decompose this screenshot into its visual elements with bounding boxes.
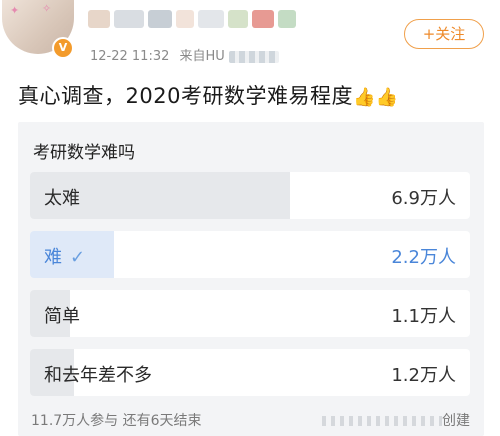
post-title: 真心调查，2020考研数学难易程度👍👍: [18, 80, 399, 110]
poll-question: 考研数学难吗: [33, 143, 135, 163]
sparkle-icon: ✧: [42, 2, 52, 15]
poll-option-label: 难 ✓: [44, 243, 85, 269]
post-source: 来自HU: [179, 49, 225, 64]
poll-footer-stats: 11.7万人参与 还有6天结束: [31, 413, 202, 429]
poll-card: 考研数学难吗 太难 6.9万人 难 ✓ 2.2万人 简单 1.1万人 和去年差不多…: [18, 122, 484, 436]
post-meta: 12-22 11:32 来自HU: [90, 45, 279, 64]
verified-badge-icon: V: [52, 37, 74, 59]
poll-option-count: 1.2万人: [391, 365, 456, 386]
poll-option-same-as-last-year[interactable]: 和去年差不多 1.2万人: [30, 349, 470, 396]
sparkle-icon: ✦: [10, 4, 20, 17]
poll-option-too-hard[interactable]: 太难 6.9万人: [30, 172, 470, 219]
poll-option-hard[interactable]: 难 ✓ 2.2万人: [30, 231, 470, 278]
poll-option-count: 1.1万人: [391, 306, 456, 327]
follow-button[interactable]: +关注: [404, 19, 484, 49]
poll-option-easy[interactable]: 简单 1.1万人: [30, 290, 470, 337]
poll-option-label: 太难: [44, 188, 80, 209]
poll-option-count: 2.2万人: [391, 247, 456, 268]
poll-footer-creator: 创建: [322, 410, 470, 430]
poll-creator-label: 创建: [442, 413, 470, 429]
post-title-text: 真心调查，2020考研数学难易程度: [18, 84, 353, 108]
username-blurred[interactable]: [88, 10, 318, 30]
poll-option-label-text: 难: [44, 247, 62, 268]
thumbs-up-icon: 👍👍: [352, 87, 399, 108]
poll-option-count: 6.9万人: [391, 188, 456, 209]
check-icon: ✓: [70, 247, 86, 268]
poll-option-label: 简单: [44, 306, 80, 327]
poll-option-label: 和去年差不多: [44, 365, 152, 386]
source-blurred: [228, 50, 279, 63]
creator-blurred: [322, 416, 442, 426]
post-time: 12-22 11:32: [90, 49, 170, 64]
